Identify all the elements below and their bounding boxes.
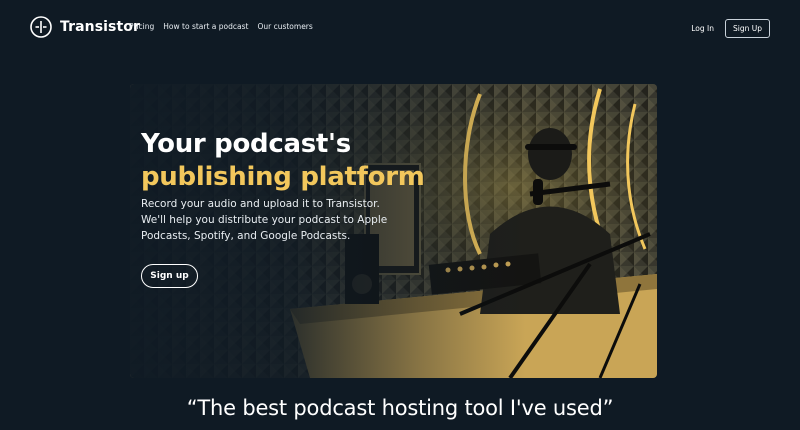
transistor-logo-icon (30, 16, 52, 38)
hero-description: Record your audio and upload it to Trans… (141, 198, 388, 242)
top-nav: Transistor Pricing How to start a podcas… (0, 0, 800, 56)
brand-logo[interactable]: Transistor (30, 16, 140, 38)
hero-title-line1: Your podcast's (141, 129, 351, 159)
nav-link-customers[interactable]: Our customers (257, 22, 312, 31)
signup-button-top[interactable]: Sign Up (725, 19, 770, 38)
hero-title: Your podcast's publishing platform (141, 128, 425, 194)
hero-signup-button[interactable]: Sign up (141, 264, 198, 288)
testimonial-quote: “The best podcast hosting tool I've used… (186, 396, 614, 420)
nav-link-how-to-start[interactable]: How to start a podcast (163, 22, 248, 31)
login-link[interactable]: Log In (691, 24, 714, 33)
brand-name: Transistor (60, 19, 141, 35)
nav-link-pricing[interactable]: Pricing (129, 22, 154, 31)
nav-actions: Log In Sign Up (691, 19, 770, 38)
nav-links: Pricing How to start a podcast Our custo… (129, 22, 313, 31)
hero-title-line2: publishing platform (141, 162, 425, 192)
